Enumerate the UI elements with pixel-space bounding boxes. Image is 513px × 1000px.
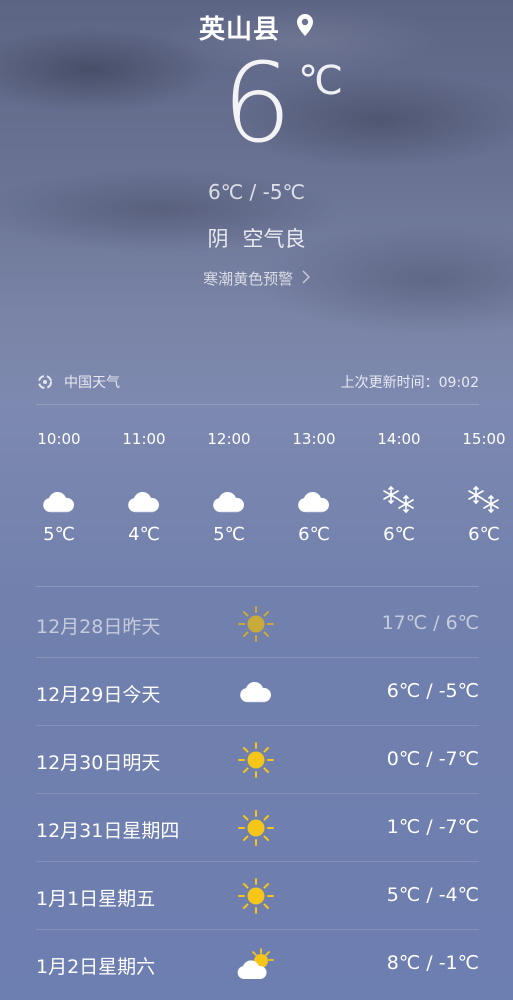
hour-time: 14:00 (377, 430, 421, 448)
sunny-icon (236, 604, 276, 644)
location-pin-icon[interactable] (296, 13, 314, 44)
daily-row[interactable]: 1月2日星期六 8℃ / -1℃ (36, 930, 479, 998)
hourly-item: 14:00 6℃ (359, 430, 439, 545)
hourly-forecast[interactable]: 10:00 5℃ 11:00 4℃ 12:00 5℃ 13:00 6℃ 14:0… (0, 430, 513, 570)
cloudy-icon (189, 480, 269, 524)
hour-temp: 6℃ (298, 524, 330, 545)
hourly-item: 15:00 6℃ (444, 430, 513, 545)
hour-temp: 5℃ (213, 524, 245, 545)
day-date: 12月29日今天 (36, 684, 161, 706)
daily-row[interactable]: 12月29日今天 6℃ / -5℃ (36, 658, 479, 726)
hour-temp: 6℃ (468, 524, 500, 545)
cloudy-icon (104, 480, 184, 524)
daily-row[interactable]: 12月31日星期四 1℃ / -7℃ (36, 794, 479, 862)
hour-time: 12:00 (207, 430, 251, 448)
chevron-right-icon (302, 270, 310, 288)
china-weather-logo-icon (38, 375, 52, 389)
partly-cloudy-icon (236, 944, 276, 984)
weather-alert[interactable]: 寒潮黄色预警 (0, 268, 513, 289)
hourly-item: 12:00 5℃ (189, 430, 269, 545)
today-range: 6℃ / -5℃ (207, 180, 306, 204)
sunny-icon (236, 808, 276, 848)
weather-source[interactable]: 中国天气 (36, 372, 120, 392)
daily-row[interactable]: 1月1日星期五 5℃ / -4℃ (36, 862, 479, 930)
condition-line: 阴空气良 (0, 223, 513, 253)
snow-icon (444, 480, 513, 524)
hour-temp: 6℃ (383, 524, 415, 545)
current-temperature: 6 (222, 39, 292, 167)
sunny-icon (236, 740, 276, 780)
day-date: 12月28日昨天 (36, 616, 161, 638)
hour-time: 15:00 (462, 430, 506, 448)
day-date: 12月31日星期四 (36, 820, 180, 842)
source-name: 中国天气 (64, 375, 120, 391)
hour-time: 10:00 (37, 430, 81, 448)
day-date: 12月30日明天 (36, 752, 161, 774)
sunny-icon (236, 876, 276, 916)
weather-condition: 阴 (207, 227, 229, 251)
day-date: 1月1日星期五 (36, 888, 156, 910)
hourly-item: 13:00 6℃ (274, 430, 354, 545)
hour-temp: 4℃ (128, 524, 160, 545)
daily-row[interactable]: 12月30日明天 0℃ / -7℃ (36, 726, 479, 794)
cloudy-icon (274, 480, 354, 524)
day-temp-range: 0℃ / -7℃ (386, 748, 479, 770)
hourly-item: 11:00 4℃ (104, 430, 184, 545)
snow-icon (359, 480, 439, 524)
day-temp-range: 17℃ / 6℃ (381, 612, 479, 634)
cloudy-icon (236, 672, 276, 712)
hour-time: 11:00 (122, 430, 166, 448)
day-temp-range: 8℃ / -1℃ (386, 952, 479, 974)
day-temp-range: 6℃ / -5℃ (386, 680, 479, 702)
alert-text: 寒潮黄色预警 (203, 270, 294, 288)
last-update-time: 上次更新时间：09:02 (340, 375, 479, 391)
day-temp-range: 1℃ / -7℃ (386, 816, 479, 838)
day-date: 1月2日星期六 (36, 956, 156, 978)
hour-time: 13:00 (292, 430, 336, 448)
data-source-row: 中国天气 上次更新时间：09:02 (36, 372, 479, 394)
temperature-unit: ℃ (298, 58, 343, 104)
hour-temp: 5℃ (43, 524, 75, 545)
cloudy-icon (19, 480, 99, 524)
divider (36, 586, 479, 587)
day-temp-range: 5℃ / -4℃ (386, 884, 479, 906)
divider (36, 404, 479, 405)
daily-row[interactable]: 12月28日昨天 17℃ / 6℃ (36, 590, 479, 658)
hourly-item: 10:00 5℃ (19, 430, 99, 545)
air-quality[interactable]: 空气良 (243, 227, 306, 251)
